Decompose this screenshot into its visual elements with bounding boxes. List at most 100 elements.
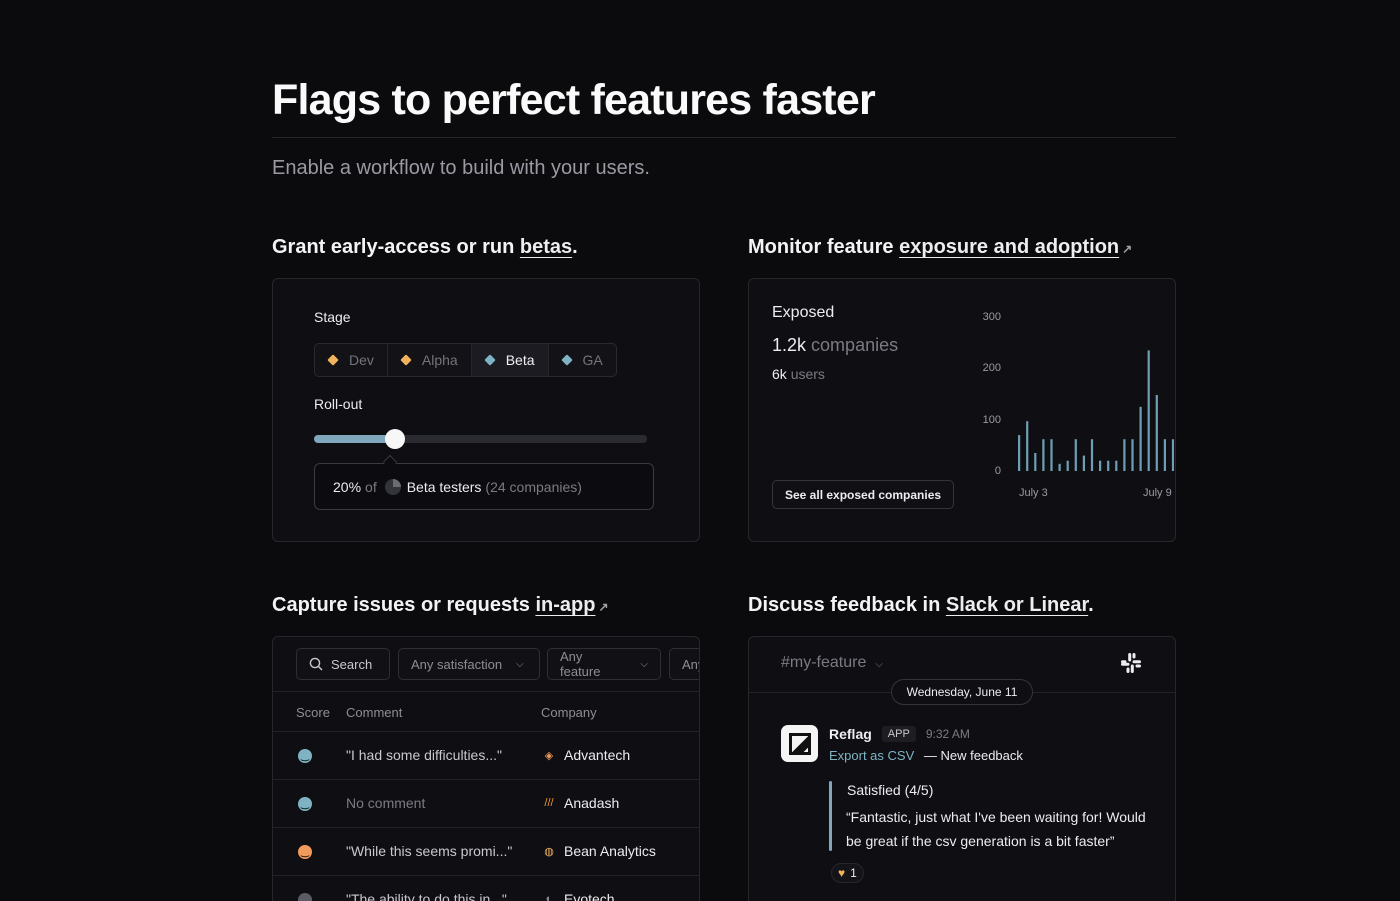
y-tick: 200 — [982, 362, 1001, 374]
stage-option-label: Beta — [505, 352, 535, 368]
exposure-card: Exposed 1.2k companies 6k users See all … — [748, 278, 1176, 542]
diamond-icon — [327, 354, 339, 366]
heart-icon: ♥ — [838, 866, 846, 880]
slack-linear-link[interactable]: Slack or Linear — [946, 594, 1088, 616]
comment-cell[interactable]: "I had some difficulties..." — [346, 747, 502, 763]
company-name: Bean Analytics — [564, 843, 656, 859]
chart-bar — [1026, 421, 1029, 471]
exposed-users: 6k users — [772, 366, 825, 382]
divider — [273, 731, 699, 732]
betas-link[interactable]: betas — [520, 236, 572, 258]
stage-option-dev[interactable]: Dev — [315, 344, 388, 376]
section-title-capture: Capture issues or requests in-app ↗ — [272, 594, 609, 617]
more-filter[interactable]: Any — [669, 648, 699, 680]
search-icon — [309, 657, 323, 671]
stage-option-label: GA — [582, 352, 603, 368]
company-cell[interactable]: ◍ Bean Analytics — [541, 843, 656, 859]
in-app-link[interactable]: in-app — [535, 594, 595, 616]
chart-bar — [1163, 439, 1166, 471]
company-name: Evotech — [564, 891, 615, 901]
more-filter-label: Any — [682, 656, 699, 672]
column-header-score[interactable]: Score — [296, 705, 330, 720]
x-tick: July 3 — [1019, 487, 1048, 499]
section-title-discuss: Discuss feedback in Slack or Linear. — [748, 594, 1094, 617]
company-cell[interactable]: /// Anadash — [541, 795, 619, 811]
satisfaction-text: Satisfied (4/5) — [847, 782, 934, 798]
reaction-button[interactable]: ♥ 1 — [831, 863, 864, 883]
column-header-comment[interactable]: Comment — [346, 705, 402, 720]
stage-option-beta[interactable]: Beta — [471, 344, 549, 376]
company-cell[interactable]: ◈ Advantech — [541, 747, 630, 763]
segment-company-count: (24 companies) — [485, 478, 582, 495]
chart-bar — [1099, 460, 1102, 471]
divider — [273, 779, 699, 780]
channel-selector[interactable]: #my-feature ⌵ — [781, 654, 883, 672]
divider — [273, 827, 699, 828]
users-value: 6k — [772, 366, 787, 382]
sender-name[interactable]: Reflag — [829, 726, 872, 742]
chart-bar — [1131, 439, 1134, 471]
chart-bar — [1074, 439, 1077, 471]
comment-cell[interactable]: "The ability to do this in..." — [346, 891, 507, 901]
chart-bar — [1058, 463, 1061, 471]
satisfaction-face-icon: ‿ — [298, 845, 312, 859]
section-title-text: Capture issues or requests — [272, 594, 536, 616]
company-cell[interactable]: ◐ Evotech — [541, 891, 615, 901]
satisfaction-face-icon: ‿ — [298, 893, 312, 901]
feedback-table-card: Search Any satisfaction ⌵ Any feature ⌵ An… — [272, 636, 700, 901]
chevron-down-icon: ⌵ — [640, 658, 648, 670]
stage-card: Stage Dev Alpha Beta GA Roll-out 20% of Bet… — [272, 278, 700, 542]
rollout-percent: 20% — [333, 478, 362, 495]
y-tick: 300 — [982, 311, 1001, 323]
feature-filter[interactable]: Any feature ⌵ — [547, 648, 661, 680]
rollout-slider-handle[interactable] — [385, 429, 405, 449]
segment-name[interactable]: Beta testers — [407, 479, 482, 495]
rollout-slider-fill — [314, 435, 396, 443]
companies-label: companies — [811, 335, 899, 355]
x-tick: July 9 — [1143, 487, 1172, 499]
slack-icon — [1121, 653, 1141, 673]
chart-bar — [1050, 439, 1053, 471]
slack-card: #my-feature ⌵ Wednesday, June 11 Reflag A… — [748, 636, 1176, 901]
chart-bar — [1090, 439, 1094, 471]
chevron-down-icon: ⌵ — [516, 658, 524, 670]
chart-bar — [1082, 455, 1085, 471]
satisfaction-filter[interactable]: Any satisfaction ⌵ — [398, 648, 540, 680]
exposure-adoption-link[interactable]: exposure and adoption — [899, 236, 1119, 258]
search-input[interactable]: Search — [296, 648, 390, 680]
company-name: Advantech — [564, 747, 631, 763]
chart-bar — [1171, 439, 1174, 471]
column-header-company[interactable]: Company — [541, 705, 597, 720]
feedback-quote: “Fantastic, just what I've been waiting … — [846, 809, 1146, 849]
company-logo-icon: ◍ — [544, 845, 554, 858]
stage-option-ga[interactable]: GA — [549, 344, 616, 376]
message-line: Export as CSV — New feedback — [829, 748, 1023, 763]
see-exposed-companies-button[interactable]: See all exposed companies — [772, 480, 955, 509]
chart-bar — [1139, 406, 1142, 471]
stage-option-label: Dev — [349, 352, 374, 368]
chart-bar — [1155, 395, 1158, 471]
stage-selector: Dev Alpha Beta GA — [314, 343, 617, 377]
external-link-icon: ↗ — [598, 600, 609, 614]
comment-cell[interactable]: No comment — [346, 795, 425, 811]
stage-label: Stage — [314, 309, 351, 325]
chart-bar — [1066, 460, 1069, 471]
hero-divider — [272, 137, 1176, 138]
chart-bar — [1107, 460, 1110, 471]
section-title-betas: Grant early-access or run betas. — [272, 236, 578, 259]
section-title-text: Discuss feedback in — [748, 594, 946, 616]
chevron-down-icon: ⌵ — [875, 659, 883, 670]
satisfaction-face-icon: ‿ — [298, 797, 312, 811]
chart-bar — [1147, 350, 1150, 471]
feature-filter-label: Any feature — [560, 649, 601, 679]
export-csv-link[interactable]: Export as CSV — [829, 748, 914, 763]
rollout-label: Roll-out — [314, 396, 363, 412]
reflag-logo — [781, 725, 818, 762]
comment-cell[interactable]: "While this seems promi..." — [346, 843, 512, 859]
hero-title: Flags to perfect features faster — [272, 76, 876, 124]
chart-bar — [1042, 439, 1045, 471]
stage-option-alpha[interactable]: Alpha — [388, 344, 472, 376]
company-logo-icon: ◈ — [544, 749, 554, 762]
section-title-text: Monitor feature — [748, 236, 900, 258]
companies-value: 1.2k — [772, 335, 807, 355]
